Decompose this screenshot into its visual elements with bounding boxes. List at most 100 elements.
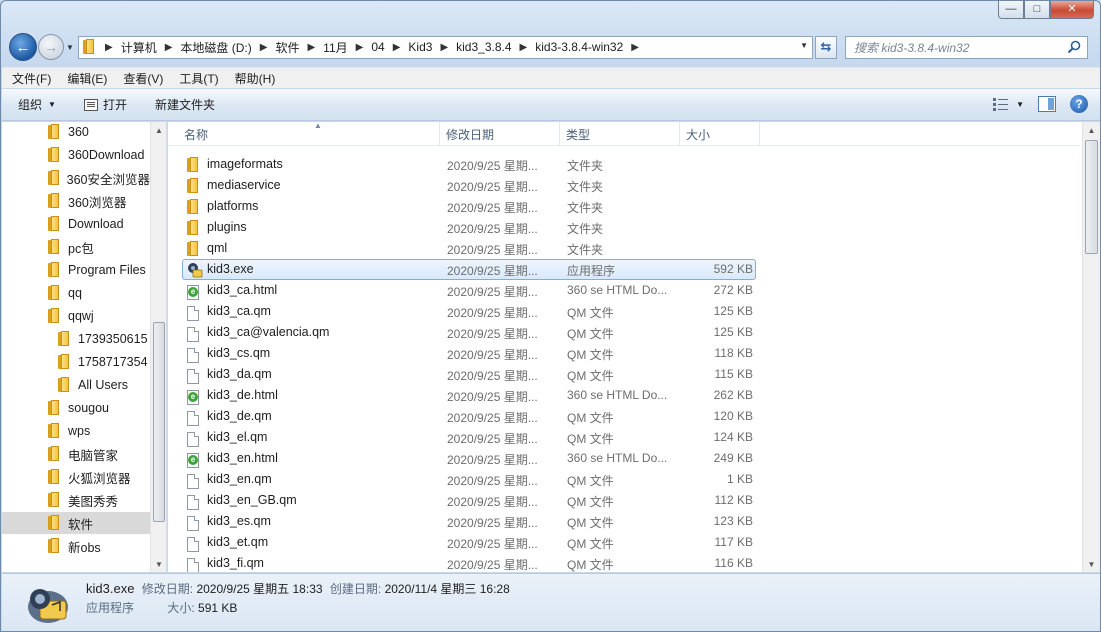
nav-scroll-thumb[interactable] [153, 322, 165, 522]
tree-item[interactable]: 火狐浏览器 [2, 466, 150, 488]
breadcrumb-item[interactable]: 本地磁盘 (D:) [180, 39, 251, 56]
file-row[interactable]: kid3_de.qm 2020/9/25 星期... QM 文件 120 KB [182, 406, 756, 427]
tree-item[interactable]: 软件 [2, 512, 150, 534]
search-input[interactable]: 搜索 kid3-3.8.4-win32 [854, 39, 969, 56]
address-history-dropdown[interactable]: ▼ [800, 41, 808, 50]
file-row[interactable]: kid3_ca.qm 2020/9/25 星期... QM 文件 125 KB [182, 301, 756, 322]
content-scroll-thumb[interactable] [1085, 140, 1098, 254]
menu-edit[interactable]: 编辑(E) [67, 70, 107, 87]
maximize-button[interactable]: □ [1024, 1, 1050, 19]
file-row[interactable]: kid3_fi.qm 2020/9/25 星期... QM 文件 116 KB [182, 553, 756, 572]
breadcrumb-item[interactable]: Kid3 [408, 40, 432, 54]
tree-item[interactable]: qqwj [2, 305, 150, 327]
file-row[interactable]: e kid3_ca.html 2020/9/25 星期... 360 se HTML … [182, 280, 756, 301]
search-box[interactable]: 搜索 kid3-3.8.4-win32 [845, 35, 1088, 59]
chevron-right-icon[interactable]: ▶ [356, 42, 364, 53]
breadcrumb-item[interactable]: 04 [371, 40, 384, 54]
file-row[interactable]: kid3_es.qm 2020/9/25 星期... QM 文件 123 KB [182, 511, 756, 532]
file-row[interactable]: kid3_cs.qm 2020/9/25 星期... QM 文件 118 KB [182, 343, 756, 364]
tree-item[interactable]: 1758717354 [2, 351, 150, 373]
file-date: 2020/9/25 星期... [447, 495, 538, 509]
file-row[interactable]: kid3_el.qm 2020/9/25 星期... QM 文件 124 KB [182, 427, 756, 448]
file-size: 118 KB [714, 346, 753, 360]
scroll-up-icon[interactable]: ▲ [1083, 122, 1100, 138]
tree-item[interactable]: 360浏览器 [2, 190, 150, 212]
scroll-up-icon[interactable]: ▲ [151, 122, 166, 138]
file-row[interactable]: kid3_en.qm 2020/9/25 星期... QM 文件 1 KB [182, 469, 756, 490]
file-type: 360 se HTML Do... [567, 283, 668, 297]
search-icon[interactable] [1067, 40, 1081, 54]
scroll-down-icon[interactable]: ▼ [151, 556, 166, 572]
tree-item[interactable]: wps [2, 420, 150, 442]
file-row[interactable]: kid3_et.qm 2020/9/25 星期... QM 文件 117 KB [182, 532, 756, 553]
breadcrumb-item[interactable]: 软件 [275, 39, 299, 56]
tree-item[interactable]: Download [2, 213, 150, 235]
tree-item[interactable]: Program Files [2, 259, 150, 281]
menu-tools[interactable]: 工具(T) [179, 70, 218, 87]
breadcrumb-item[interactable]: kid3_3.8.4 [456, 40, 511, 54]
help-icon[interactable]: ? [1070, 95, 1088, 113]
refresh-button[interactable]: ⇆ [815, 35, 837, 59]
preview-pane-icon[interactable] [1038, 96, 1056, 112]
tree-item[interactable]: 美图秀秀 [2, 489, 150, 511]
file-row[interactable]: mediaservice 2020/9/25 星期... 文件夹 [182, 175, 756, 196]
file-type: 文件夹 [567, 180, 604, 194]
tree-item[interactable]: sougou [2, 397, 150, 419]
tree-item[interactable]: 360Download [2, 144, 150, 166]
chevron-right-icon[interactable]: ▶ [260, 42, 268, 53]
column-size[interactable]: 大小 [680, 122, 760, 146]
tree-item[interactable]: qq [2, 282, 150, 304]
chevron-right-icon[interactable]: ▶ [393, 42, 401, 53]
menu-help[interactable]: 帮助(H) [235, 70, 276, 87]
address-bar[interactable]: ▶ 计算机 ▶ 本地磁盘 (D:) ▶ 软件 ▶ 11月 ▶ 04 ▶ Kid3 ▶ kid3_3.8.… [78, 35, 813, 59]
breadcrumb-item[interactable]: 计算机 [121, 39, 157, 56]
column-type[interactable]: 类型 [560, 122, 680, 146]
forward-button[interactable]: → [38, 34, 64, 60]
tree-item[interactable]: pc包 [2, 236, 150, 258]
chevron-right-icon[interactable]: ▶ [631, 42, 639, 53]
tree-item[interactable]: All Users [2, 374, 150, 396]
content-scrollbar[interactable]: ▲ ▼ [1082, 122, 1100, 572]
views-dropdown-icon[interactable]: ▼ [1016, 100, 1024, 109]
file-row[interactable]: plugins 2020/9/25 星期... 文件夹 [182, 217, 756, 238]
file-row[interactable]: kid3_ca@valencia.qm 2020/9/25 星期... QM 文件 1… [182, 322, 756, 343]
column-name[interactable]: 名称 ▲ [178, 122, 440, 146]
chevron-right-icon[interactable]: ▶ [105, 42, 113, 53]
views-icon[interactable] [992, 97, 1010, 111]
file-row[interactable]: kid3_en_GB.qm 2020/9/25 星期... QM 文件 112 KB [182, 490, 756, 511]
file-row[interactable]: e kid3_en.html 2020/9/25 星期... 360 se HTML … [182, 448, 756, 469]
file-row[interactable]: imageformats 2020/9/25 星期... 文件夹 [182, 154, 756, 175]
chevron-right-icon[interactable]: ▶ [520, 42, 528, 53]
organize-button[interactable]: 组织 ▼ [18, 96, 56, 113]
menu-file[interactable]: 文件(F) [12, 70, 51, 87]
breadcrumb-item[interactable]: 11月 [323, 39, 347, 56]
file-row[interactable]: platforms 2020/9/25 星期... 文件夹 [182, 196, 756, 217]
file-row[interactable]: e kid3_de.html 2020/9/25 星期... 360 se HTML … [182, 385, 756, 406]
chevron-right-icon[interactable]: ▶ [165, 42, 173, 53]
breadcrumb-item[interactable]: kid3-3.8.4-win32 [535, 40, 623, 54]
minimize-button[interactable]: — [998, 1, 1024, 19]
tree-item[interactable]: 新obs [2, 535, 150, 557]
tree-item[interactable]: 电脑管家 [2, 443, 150, 465]
file-row[interactable]: kid3_da.qm 2020/9/25 星期... QM 文件 115 KB [182, 364, 756, 385]
scroll-down-icon[interactable]: ▼ [1083, 556, 1100, 572]
chevron-right-icon[interactable]: ▶ [307, 42, 315, 53]
open-label: 打开 [102, 98, 127, 112]
chevron-right-icon[interactable]: ▶ [440, 42, 448, 53]
tree-item[interactable]: 360安全浏览器 [2, 167, 150, 189]
nav-scrollbar[interactable]: ▲ ▼ [150, 122, 166, 572]
details-created-label: 创建日期: [329, 582, 382, 596]
open-button[interactable]: 打开 [83, 96, 127, 113]
file-name: kid3_en.qm [207, 472, 272, 486]
menu-view[interactable]: 查看(V) [123, 70, 163, 87]
new-folder-button[interactable]: 新建文件夹 [155, 96, 215, 113]
file-row[interactable]: kid3.exe 2020/9/25 星期... 应用程序 592 KB [182, 259, 756, 280]
details-modified-value: 2020/9/25 星期五 18:33 [196, 582, 323, 596]
tree-item[interactable]: 1739350615 [2, 328, 150, 350]
close-button[interactable]: ✕ [1050, 1, 1094, 19]
file-row[interactable]: qml 2020/9/25 星期... 文件夹 [182, 238, 756, 259]
tree-item[interactable]: 360 [2, 122, 150, 143]
recent-pages-dropdown[interactable]: ▼ [64, 43, 76, 52]
column-date[interactable]: 修改日期 [440, 122, 560, 146]
back-button[interactable]: ← [9, 33, 37, 61]
